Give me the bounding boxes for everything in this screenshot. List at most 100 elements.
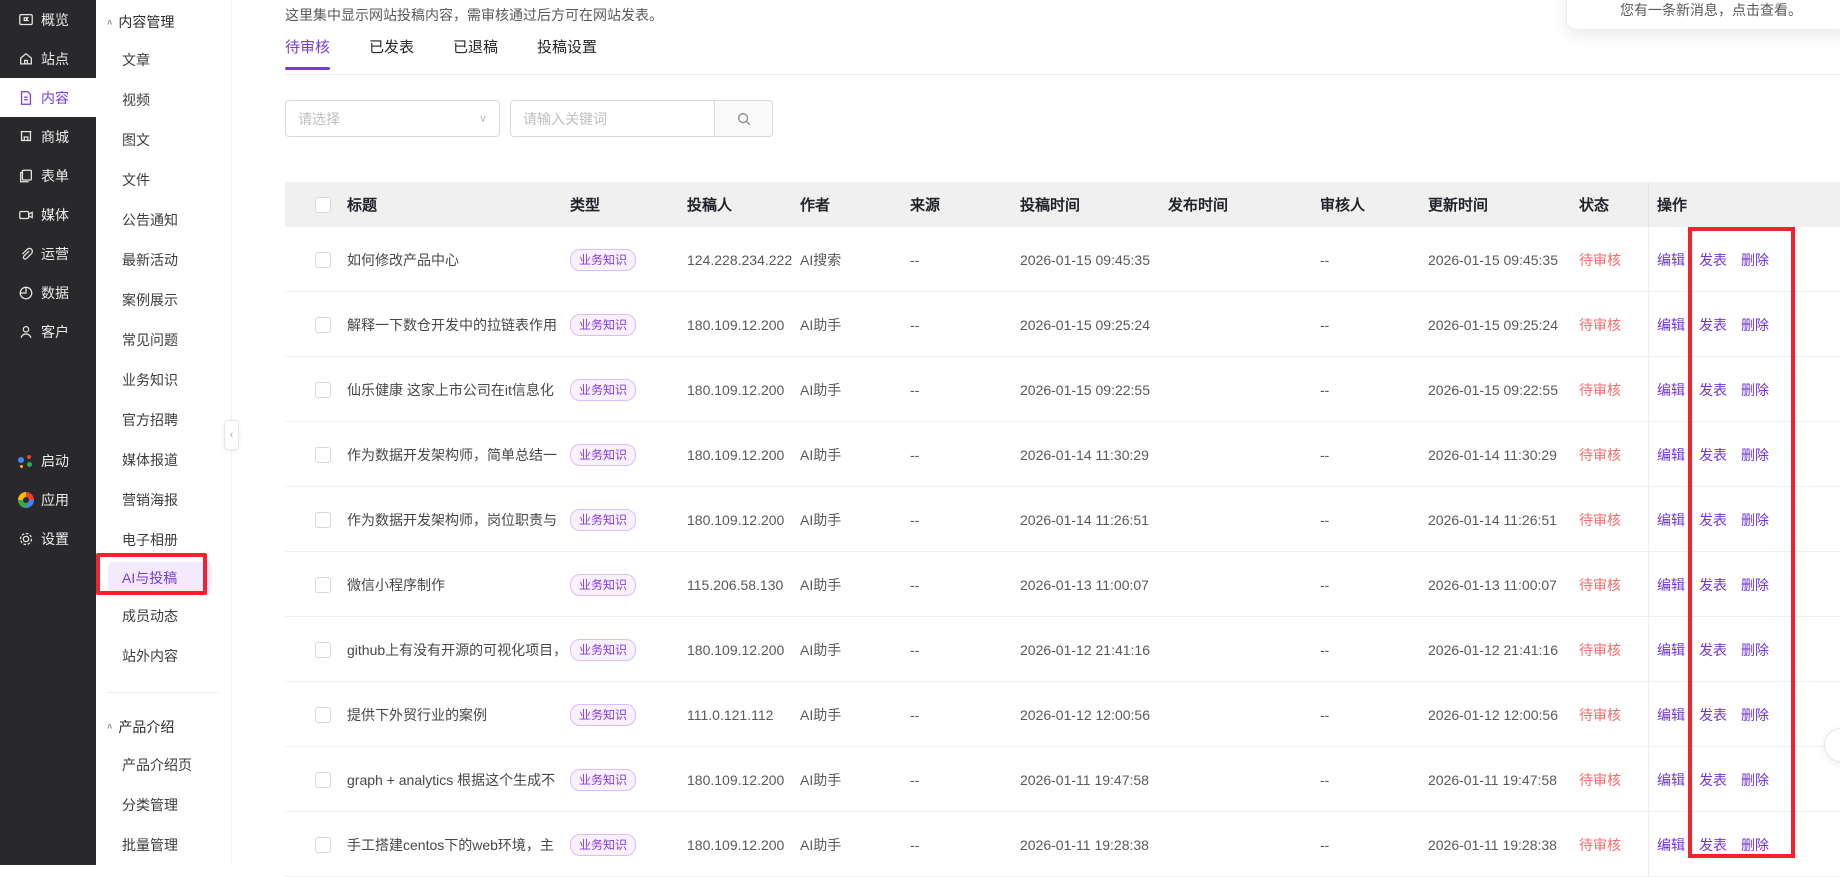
row-checkbox[interactable] [315,447,331,463]
sidebar2-item[interactable]: 最新活动 [96,240,231,280]
publish-link[interactable]: 发表 [1699,445,1727,465]
delete-link[interactable]: 删除 [1741,250,1769,270]
publish-link[interactable]: 发表 [1699,380,1727,400]
sidebar-item-site[interactable]: 站点 [0,39,96,78]
edit-link[interactable]: 编辑 [1657,250,1685,270]
chevron-down-icon: ∨ [479,112,487,125]
sidebar2-item[interactable]: 产品介绍页 [96,745,231,785]
tab-submission-settings[interactable]: 投稿设置 [537,36,597,70]
row-submit-time: 2026-01-15 09:25:24 [1020,317,1168,333]
tab-pending-review[interactable]: 待审核 [285,36,330,70]
row-checkbox[interactable] [315,252,331,268]
col-publish-time: 发布时间 [1168,194,1320,215]
publish-link[interactable]: 发表 [1699,835,1727,855]
sidebar-item-operations[interactable]: 运营 [0,234,96,273]
edit-link[interactable]: 编辑 [1657,380,1685,400]
row-submitter: 180.109.12.200 [687,317,800,333]
sidebar-item-data[interactable]: 数据 [0,273,96,312]
sidebar2-item[interactable]: 营销海报 [96,480,231,520]
sidebar2-item[interactable]: 业务知识 [96,360,231,400]
row-submit-time: 2026-01-12 21:41:16 [1020,642,1168,658]
sidebar2-item[interactable]: 成员动态 [96,596,231,636]
sidebar2-item[interactable]: 电子相册 [96,520,231,560]
person-icon [17,323,34,340]
row-checkbox[interactable] [315,707,331,723]
delete-link[interactable]: 删除 [1741,575,1769,595]
sidebar-item-content[interactable]: 内容 [0,78,96,117]
sidebar-collapse-handle[interactable]: ‹ [224,420,239,450]
edit-link[interactable]: 编辑 [1657,445,1685,465]
publish-link[interactable]: 发表 [1699,705,1727,725]
edit-link[interactable]: 编辑 [1657,705,1685,725]
row-source: -- [910,317,1020,333]
sidebar2-item[interactable]: 常见问题 [96,320,231,360]
row-reviewer: -- [1320,642,1428,658]
group-header-content-management[interactable]: ∧ 内容管理 [96,4,231,40]
sidebar-item-customer[interactable]: 客户 [0,312,96,351]
sidebar2-item[interactable]: 媒体报道 [96,440,231,480]
row-checkbox[interactable] [315,837,331,853]
publish-link[interactable]: 发表 [1699,640,1727,660]
publish-link[interactable]: 发表 [1699,250,1727,270]
delete-link[interactable]: 删除 [1741,835,1769,855]
group-header-product-intro[interactable]: ∧ 产品介绍 [96,709,231,745]
delete-link[interactable]: 删除 [1741,315,1769,335]
sidebar2-item[interactable]: 案例展示 [96,280,231,320]
sidebar-item-apps[interactable]: 应用 [0,480,96,519]
delete-link[interactable]: 删除 [1741,510,1769,530]
tab-rejected[interactable]: 已退稿 [453,36,498,70]
sidebar2-item[interactable]: 分类管理 [96,785,231,825]
tab-published[interactable]: 已发表 [369,36,414,70]
edit-link[interactable]: 编辑 [1657,315,1685,335]
row-checkbox[interactable] [315,577,331,593]
sidebar2-item[interactable]: 视频 [96,80,231,120]
notification-toast[interactable]: 您有一条新消息，点击查看。 [1566,0,1840,30]
sidebar-item-mall[interactable]: 商城 [0,117,96,156]
delete-link[interactable]: 删除 [1741,705,1769,725]
delete-link[interactable]: 删除 [1741,770,1769,790]
row-checkbox[interactable] [315,642,331,658]
sidebar2-item[interactable]: 文件 [96,160,231,200]
row-checkbox[interactable] [315,317,331,333]
row-update-time: 2026-01-12 21:41:16 [1428,642,1579,658]
row-reviewer: -- [1320,577,1428,593]
publish-link[interactable]: 发表 [1699,315,1727,335]
category-select[interactable]: 请选择 ∨ [285,100,500,137]
sidebar2-item[interactable]: 文章 [96,40,231,80]
sidebar2-item[interactable]: 批量管理 [96,825,231,865]
sidebar2-item[interactable]: 图文 [96,120,231,160]
delete-link[interactable]: 删除 [1741,640,1769,660]
publish-link[interactable]: 发表 [1699,575,1727,595]
sidebar-item-form[interactable]: 表单 [0,156,96,195]
type-tag: 业务知识 [570,509,636,531]
select-all-checkbox[interactable] [315,197,331,213]
publish-link[interactable]: 发表 [1699,770,1727,790]
row-checkbox[interactable] [315,512,331,528]
active-item-label: AI与投稿 [122,568,177,588]
row-checkbox[interactable] [315,382,331,398]
sidebar2-item[interactable]: 官方招聘 [96,400,231,440]
keyword-input[interactable] [510,100,714,137]
group-label: 产品介绍 [118,717,174,737]
edit-link[interactable]: 编辑 [1657,575,1685,595]
sidebar2-item-ai-submission[interactable]: AI与投稿 [108,562,212,594]
edit-link[interactable]: 编辑 [1657,510,1685,530]
edit-link[interactable]: 编辑 [1657,770,1685,790]
row-checkbox[interactable] [315,772,331,788]
edit-link[interactable]: 编辑 [1657,640,1685,660]
sidebar-item-settings[interactable]: 设置 [0,519,96,558]
sidebar-item-label: 运营 [41,244,69,264]
delete-link[interactable]: 删除 [1741,380,1769,400]
col-reviewer: 审核人 [1320,194,1428,215]
sidebar2-item[interactable]: 公告通知 [96,200,231,240]
sidebar2-item[interactable]: 站外内容 [96,636,231,676]
search-button[interactable] [714,100,773,137]
sidebar-item-media[interactable]: 媒体 [0,195,96,234]
row-source: -- [910,512,1020,528]
sidebar-item-overview[interactable]: 概览 [0,0,96,39]
publish-link[interactable]: 发表 [1699,510,1727,530]
delete-link[interactable]: 删除 [1741,445,1769,465]
sidebar-item-launch[interactable]: 启动 [0,441,96,480]
edit-link[interactable]: 编辑 [1657,835,1685,855]
row-author: AI助手 [800,705,910,725]
